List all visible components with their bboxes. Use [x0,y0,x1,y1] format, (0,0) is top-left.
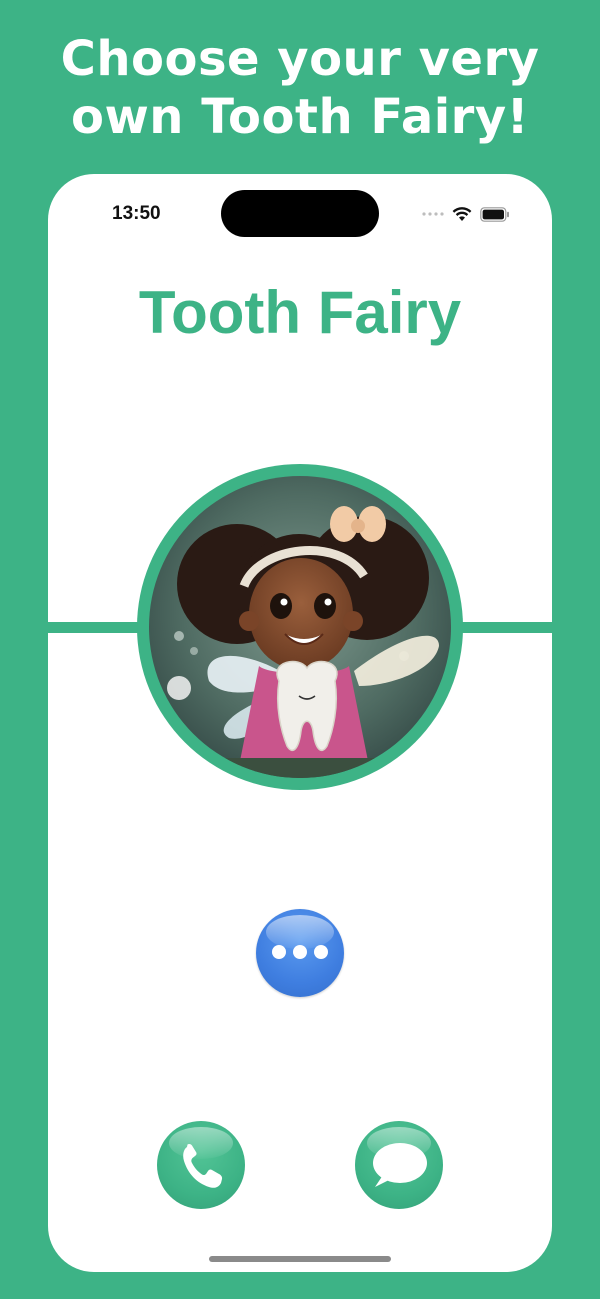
more-options-icon [314,945,328,959]
call-button[interactable] [157,1121,245,1209]
promo-headline-line1: Choose your very [60,31,540,87]
message-bubble-icon [373,1143,427,1187]
phone-icon [183,1143,223,1188]
promo-headline: Choose your very own Tooth Fairy! [0,30,600,146]
avatar-image [149,476,451,778]
wifi-icon [452,207,472,221]
fairy-illustration [149,476,451,778]
more-options-icon [293,945,307,959]
message-button[interactable] [355,1121,443,1209]
dynamic-island [221,190,379,237]
promo-headline-line2: own Tooth Fairy! [70,89,530,145]
status-time: 13:50 [112,203,161,224]
app-title: Tooth Fairy [138,279,462,346]
more-options-icon [272,945,286,959]
home-indicator[interactable] [209,1256,391,1262]
more-options-button[interactable] [256,909,344,997]
button-gloss [266,915,334,949]
status-icons [422,204,510,224]
phone-screen: 13:50 Tooth Fairy [48,174,552,1272]
signal-icon [422,212,444,216]
fairy-avatar[interactable] [137,464,463,790]
battery-icon [480,206,509,222]
